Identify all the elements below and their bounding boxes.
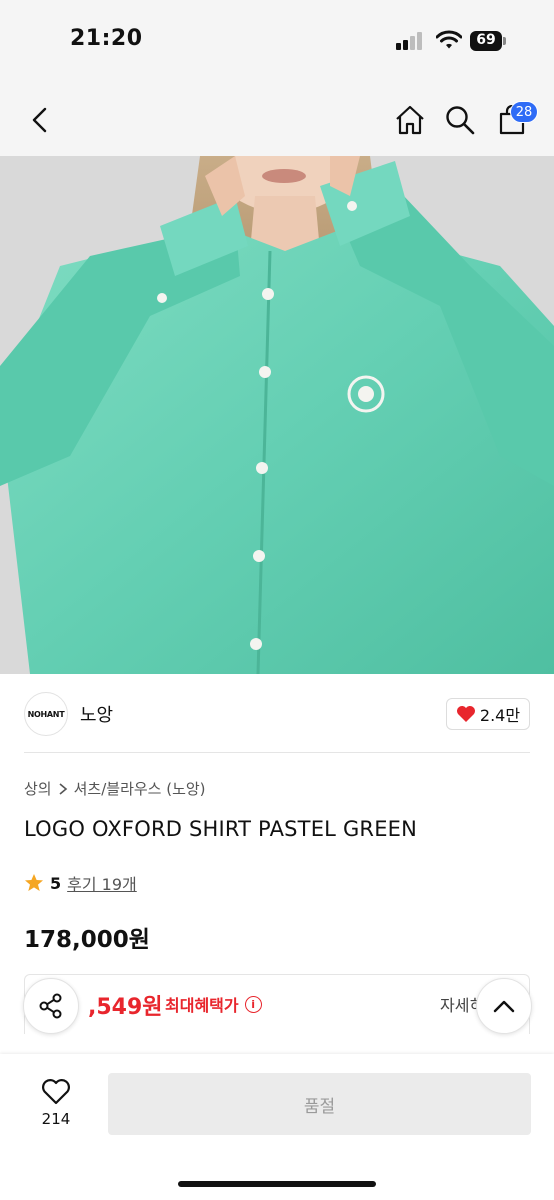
wifi-icon (436, 30, 462, 49)
star-icon (25, 874, 43, 891)
home-icon (396, 105, 424, 135)
rating-score: 5 (50, 873, 62, 893)
search-button[interactable] (440, 100, 480, 140)
share-icon (39, 993, 62, 1019)
battery-percent: 69 (476, 32, 496, 48)
wishlist-count: 214 (41, 1110, 71, 1128)
heart-filled-icon (456, 706, 475, 722)
chevron-right-icon (59, 782, 67, 795)
product-photo-illustration (0, 156, 554, 674)
review-count-link[interactable]: 후기 19개 (67, 871, 137, 895)
product-image[interactable] (0, 156, 554, 674)
benefit-label: 최대혜택가 i (165, 992, 262, 1016)
brand-name[interactable]: 노앙 (80, 701, 113, 727)
product-title: LOGO OXFORD SHIRT PASTEL GREEN (24, 817, 418, 841)
breadcrumb: 상의 셔츠/블라우스 (노앙) (24, 778, 206, 799)
share-button[interactable] (23, 978, 79, 1034)
brand-like-button[interactable]: 2.4만 (446, 698, 530, 730)
back-button[interactable] (20, 100, 60, 140)
benefit-price: ,549원 (88, 995, 163, 1020)
divider (24, 752, 530, 753)
chevron-up-icon (493, 1000, 515, 1013)
breadcrumb-category[interactable]: 상의 (24, 778, 52, 799)
scroll-top-button[interactable] (476, 978, 532, 1034)
rating-row: 5 후기 19개 (24, 871, 137, 895)
cellular-signal-icon (396, 32, 426, 50)
chevron-left-icon (32, 107, 47, 133)
home-indicator (178, 1181, 376, 1187)
heart-outline-icon (42, 1078, 70, 1104)
battery-icon: 69 (470, 31, 506, 51)
breadcrumb-subcategory[interactable]: 셔츠/블라우스 (노앙) (74, 778, 206, 799)
sold-out-button[interactable]: 품절 (108, 1073, 531, 1135)
product-price: 178,000원 (24, 927, 150, 953)
search-icon (446, 106, 475, 135)
info-icon[interactable]: i (244, 995, 262, 1013)
home-button[interactable] (390, 100, 430, 140)
wishlist-button[interactable] (38, 1074, 74, 1108)
brand-like-count: 2.4만 (479, 706, 521, 725)
status-time: 21:20 (70, 26, 143, 51)
cart-count-badge: 28 (510, 101, 538, 123)
benefit-label-text: 최대혜택가 (165, 996, 239, 1015)
brand-logo[interactable]: NOHANT (24, 692, 68, 736)
